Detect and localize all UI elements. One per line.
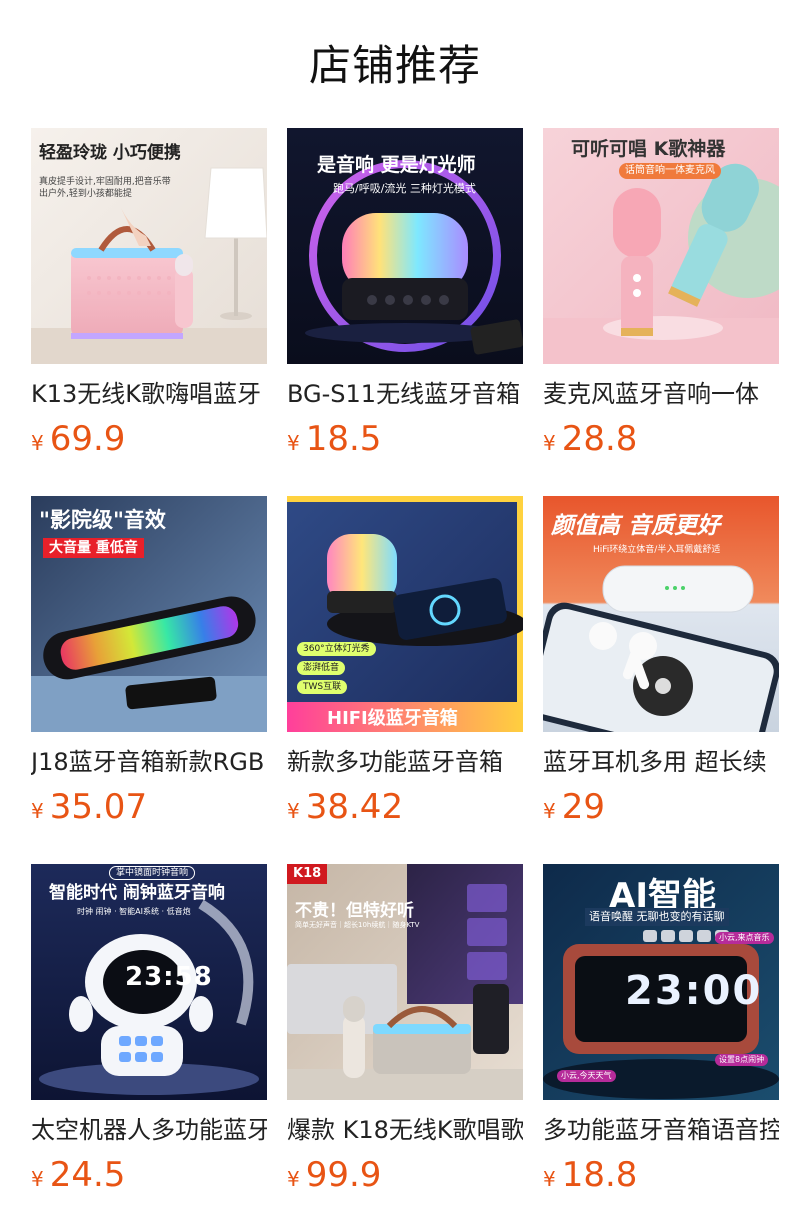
product-image[interactable]: 颜值高 音质更好 HiFi环绕立体音/半入耳佩戴舒适 [543,496,779,732]
product-price: ¥18.5 [287,418,523,460]
price-amount: 28.8 [561,419,638,459]
clock-display: 23:58 [125,962,213,992]
feature-tag: 澎湃低音 [297,661,346,675]
image-headline: 不贵！但特好听 [295,901,414,921]
product-card[interactable]: 轻盈玲珑 小巧便携 真皮提手设计,牢固耐用,把音乐带出户外,轻到小孩都能提 K1… [31,128,267,496]
image-caption: 语音唤醒 无聊也变的有话聊 [585,908,729,926]
currency-symbol: ¥ [287,799,300,823]
product-name[interactable]: 蓝牙耳机多用 超长续 [543,746,779,778]
image-caption: 话筒音响一体麦克风 [619,163,721,179]
product-image[interactable]: 可听可唱 K歌神器 话筒音响一体麦克风 [543,128,779,364]
image-headline: "影院级"音效 [39,508,166,532]
product-name[interactable]: 多功能蓝牙音箱语音控 [543,1114,779,1146]
image-headline: 颜值高 音质更好 [551,513,721,539]
currency-symbol: ¥ [287,431,300,455]
image-caption: 大音量 重低音 [43,538,144,558]
product-card[interactable]: 掌中镜面时钟音响 智能时代 闹钟蓝牙音响 时钟 闹钟 · 智能AI系统 · 低音… [31,864,267,1232]
clock-display: 23:00 [625,968,763,1014]
currency-symbol: ¥ [543,431,556,455]
product-card[interactable]: K18 不贵！但特好听 简单无好声音｜超长10h续航｜随身KTV 爆款 K18无… [287,864,523,1232]
currency-symbol: ¥ [543,1167,556,1191]
product-price: ¥35.07 [31,786,267,828]
wireless-charger-speaker-image [287,496,523,732]
product-card[interactable]: 360°立体灯光秀 澎湃低音 TWS互联 HIFI级蓝牙音箱 新款多功能蓝牙音箱… [287,496,523,864]
feature-tag: 360°立体灯光秀 [297,642,376,656]
price-amount: 18.8 [561,1155,638,1195]
product-image[interactable]: K18 不贵！但特好听 简单无好声音｜超长10h续航｜随身KTV [287,864,523,1100]
product-card[interactable]: 可听可唱 K歌神器 话筒音响一体麦克风 麦克风蓝牙音响一体 ¥28.8 [543,128,779,496]
product-card[interactable]: AI智能 语音唤醒 无聊也变的有话聊 23:00 小云,来点音乐 设置8点闹钟 … [543,864,779,1232]
product-name[interactable]: BG-S11无线蓝牙音箱 [287,378,523,410]
currency-symbol: ¥ [543,799,556,823]
image-headline: 轻盈玲珑 小巧便携 [39,143,181,163]
product-price: ¥69.9 [31,418,267,460]
price-amount: 29 [561,787,605,827]
product-image[interactable]: 是音响 更是灯光师 跑马/呼吸/流光 三种灯光模式 [287,128,523,364]
currency-symbol: ¥ [31,431,44,455]
image-badge: K18 [287,864,328,884]
page: 店铺推荐 轻盈玲珑 小巧便携 真皮提手设计,牢固耐用,把音乐带出户外,轻到小孩都… [0,0,790,1232]
price-amount: 38.42 [305,787,404,827]
product-price: ¥18.8 [543,1154,779,1196]
currency-symbol: ¥ [31,1167,44,1191]
product-name[interactable]: 麦克风蓝牙音响一体 [543,378,779,410]
image-headline: HIFI级蓝牙音箱 [327,708,458,729]
karaoke-speaker-image [31,128,267,364]
product-name[interactable]: 太空机器人多功能蓝牙 [31,1114,267,1146]
product-name[interactable]: 新款多功能蓝牙音箱 [287,746,523,778]
image-headline: 智能时代 闹钟蓝牙音响 [49,883,225,903]
price-amount: 24.5 [49,1155,126,1195]
page-title: 店铺推荐 [308,41,481,90]
image-caption: 简单无好声音｜超长10h续航｜随身KTV [295,921,420,929]
product-image[interactable]: AI智能 语音唤醒 无聊也变的有话聊 23:00 小云,来点音乐 设置8点闹钟 … [543,864,779,1100]
product-price: ¥28.8 [543,418,779,460]
product-image[interactable]: 轻盈玲珑 小巧便携 真皮提手设计,牢固耐用,把音乐带出户外,轻到小孩都能提 [31,128,267,364]
product-name[interactable]: K13无线K歌嗨唱蓝牙 [31,378,267,410]
product-name[interactable]: 爆款 K18无线K歌唱歌 [287,1114,523,1146]
product-price: ¥38.42 [287,786,523,828]
feature-tag: TWS互联 [297,680,348,694]
product-price: ¥29 [543,786,779,828]
product-image[interactable]: 掌中镜面时钟音响 智能时代 闹钟蓝牙音响 时钟 闹钟 · 智能AI系统 · 低音… [31,864,267,1100]
price-amount: 69.9 [49,419,126,459]
voice-command-tag: 小云,来点音乐 [715,932,774,944]
product-name[interactable]: J18蓝牙音箱新款RGB [31,746,267,778]
product-card[interactable]: "影院级"音效 大音量 重低音 J18蓝牙音箱新款RGB ¥35.07 [31,496,267,864]
currency-symbol: ¥ [31,799,44,823]
product-price: ¥24.5 [31,1154,267,1196]
price-amount: 35.07 [49,787,148,827]
image-headline: 可听可唱 K歌神器 [571,138,726,160]
product-card[interactable]: 是音响 更是灯光师 跑马/呼吸/流光 三种灯光模式 BG-S11无线蓝牙音箱 ¥… [287,128,523,496]
product-grid: 轻盈玲珑 小巧便携 真皮提手设计,牢固耐用,把音乐带出户外,轻到小孩都能提 K1… [31,128,779,1232]
price-amount: 18.5 [305,419,382,459]
product-image[interactable]: 360°立体灯光秀 澎湃低音 TWS互联 HIFI级蓝牙音箱 [287,496,523,732]
product-image[interactable]: "影院级"音效 大音量 重低音 [31,496,267,732]
price-amount: 99.9 [305,1155,382,1195]
currency-symbol: ¥ [287,1167,300,1191]
product-price: ¥99.9 [287,1154,523,1196]
image-caption: 跑马/呼吸/流光 三种灯光模式 [333,182,476,195]
voice-command-tag: 设置8点闹钟 [715,1054,769,1066]
product-card[interactable]: 颜值高 音质更好 HiFi环绕立体音/半入耳佩戴舒适 蓝牙耳机多用 超长续 ¥2… [543,496,779,864]
image-headline: 是音响 更是灯光师 [317,154,476,176]
voice-command-tag: 小云,今天天气 [557,1070,616,1082]
image-caption: 时钟 闹钟 · 智能AI系统 · 低音炮 [77,907,191,916]
image-caption: HiFi环绕立体音/半入耳佩戴舒适 [593,545,721,555]
image-caption: 真皮提手设计,牢固耐用,把音乐带出户外,轻到小孩都能提 [39,177,171,199]
